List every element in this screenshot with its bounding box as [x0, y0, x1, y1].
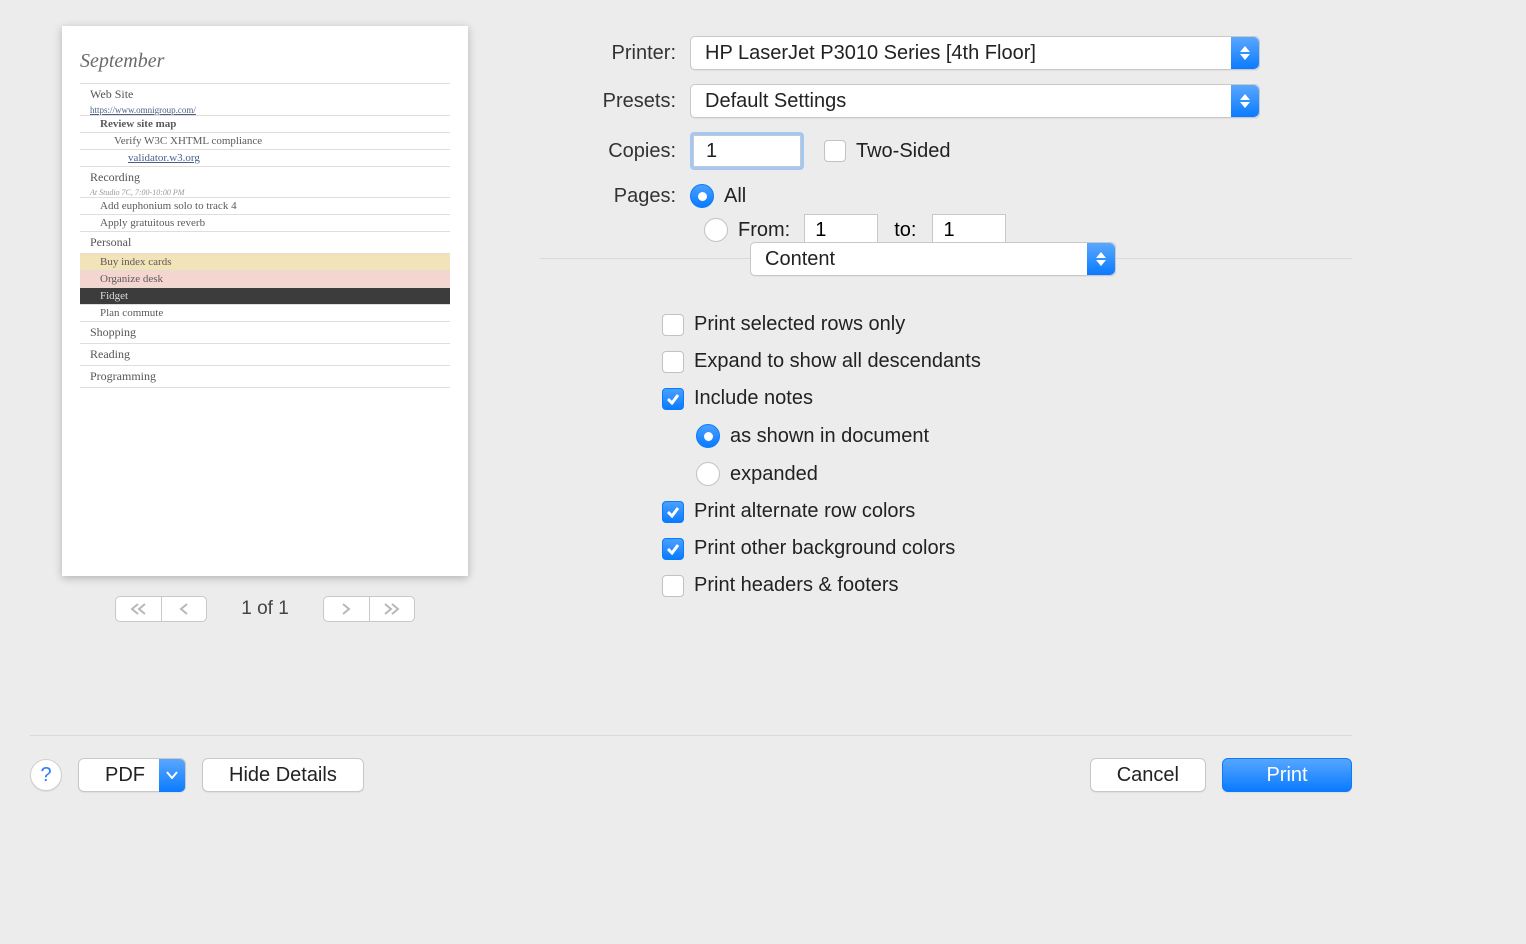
chevron-down-icon [159, 759, 185, 792]
two-sided-label: Two-Sided [856, 140, 951, 163]
copies-input[interactable]: 1 [690, 132, 804, 170]
presets-select[interactable]: Default Settings [690, 84, 1260, 118]
print-button[interactable]: Print [1222, 758, 1352, 792]
pages-to-label: to: [894, 219, 916, 242]
preview-row: Fidget [80, 287, 450, 304]
pdf-label: PDF [105, 764, 145, 787]
preview-link: validator.w3.org [80, 149, 450, 166]
preview-row: Verify W3C XHTML compliance [80, 132, 450, 149]
notes-as-shown-radio[interactable] [696, 424, 720, 448]
pages-all-radio[interactable] [690, 184, 714, 208]
presets-label: Presets: [560, 90, 690, 113]
preview-row: Buy index cards [80, 253, 450, 270]
preview-note: At Studio 7C, 7:00-10:00 PM [80, 188, 450, 197]
pages-from-label: From: [738, 219, 790, 242]
alt-row-colors-checkbox[interactable] [662, 501, 684, 523]
preview-section: Reading [80, 343, 450, 365]
preview-pager: 1 of 1 [115, 596, 415, 622]
bg-colors-label: Print other background colors [694, 537, 955, 560]
hide-details-button[interactable]: Hide Details [202, 758, 364, 792]
preview-row: Plan commute [80, 304, 450, 321]
headers-footers-label: Print headers & footers [694, 574, 899, 597]
pdf-menu-button[interactable]: PDF [78, 758, 186, 792]
print-preview: September Web Site https://www.omnigroup… [62, 26, 468, 576]
updown-icon [1231, 37, 1259, 69]
bg-colors-checkbox[interactable] [662, 538, 684, 560]
expand-descendants-checkbox[interactable] [662, 351, 684, 373]
printer-label: Printer: [560, 42, 690, 65]
preview-row: Apply gratuitous reverb [80, 214, 450, 231]
preview-section: Shopping [80, 321, 450, 343]
print-dialog: September Web Site https://www.omnigroup… [0, 0, 1382, 735]
print-selected-rows-checkbox[interactable] [662, 314, 684, 336]
dialog-footer: ? PDF Hide Details Cancel Print [0, 736, 1382, 814]
preview-row: Organize desk [80, 270, 450, 287]
pages-all-label: All [724, 185, 746, 208]
preview-row: Review site map [80, 115, 450, 132]
copies-label: Copies: [560, 140, 690, 163]
preview-link: https://www.omnigroup.com/ [80, 105, 450, 115]
preview-section: Recording [80, 166, 450, 188]
pages-from-radio[interactable] [704, 218, 728, 242]
preview-column: September Web Site https://www.omnigroup… [30, 26, 500, 735]
cancel-button[interactable]: Cancel [1090, 758, 1206, 792]
next-page-button[interactable] [323, 596, 369, 622]
notes-expanded-radio[interactable] [696, 462, 720, 486]
notes-as-shown-label: as shown in document [730, 425, 929, 448]
content-options: Print selected rows only Expand to show … [662, 313, 1352, 597]
preview-section: Personal [80, 231, 450, 253]
include-notes-label: Include notes [694, 387, 813, 410]
preview-section: Programming [80, 365, 450, 388]
print-selected-rows-label: Print selected rows only [694, 313, 905, 336]
expand-descendants-label: Expand to show all descendants [694, 350, 981, 373]
pages-label: Pages: [560, 185, 690, 208]
notes-expanded-label: expanded [730, 463, 818, 486]
alt-row-colors-label: Print alternate row colors [694, 500, 915, 523]
section-select[interactable]: Content [750, 242, 1116, 276]
preview-section: Web Site [80, 83, 450, 105]
updown-icon [1087, 243, 1115, 275]
page-indicator: 1 of 1 [241, 598, 289, 620]
preview-row: Add euphonium solo to track 4 [80, 197, 450, 214]
printer-value: HP LaserJet P3010 Series [4th Floor] [691, 42, 1036, 65]
preview-title: September [80, 50, 450, 73]
presets-value: Default Settings [691, 90, 846, 113]
last-page-button[interactable] [369, 596, 415, 622]
help-button[interactable]: ? [30, 759, 62, 791]
updown-icon [1231, 85, 1259, 117]
prev-page-button[interactable] [161, 596, 207, 622]
headers-footers-checkbox[interactable] [662, 575, 684, 597]
printer-select[interactable]: HP LaserJet P3010 Series [4th Floor] [690, 36, 1260, 70]
settings-column: Printer: HP LaserJet P3010 Series [4th F… [560, 26, 1352, 735]
include-notes-checkbox[interactable] [662, 388, 684, 410]
first-page-button[interactable] [115, 596, 161, 622]
section-value: Content [751, 248, 835, 271]
two-sided-checkbox[interactable] [824, 140, 846, 162]
